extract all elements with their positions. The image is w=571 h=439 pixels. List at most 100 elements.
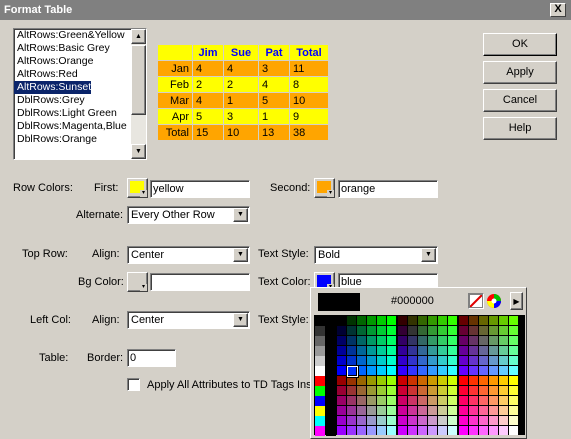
color-swatch[interactable] bbox=[509, 356, 518, 365]
color-swatch[interactable] bbox=[479, 386, 488, 395]
color-swatch[interactable] bbox=[347, 416, 356, 425]
color-swatch[interactable] bbox=[408, 386, 417, 395]
color-swatch[interactable] bbox=[479, 366, 488, 375]
color-swatch[interactable] bbox=[448, 346, 457, 355]
color-swatch[interactable] bbox=[418, 346, 427, 355]
color-swatch[interactable] bbox=[347, 326, 356, 335]
color-swatch[interactable] bbox=[408, 316, 417, 325]
color-swatch[interactable] bbox=[418, 366, 427, 375]
color-swatch[interactable] bbox=[387, 336, 396, 345]
color-swatch[interactable] bbox=[448, 336, 457, 345]
color-swatch[interactable] bbox=[459, 386, 468, 395]
color-swatch[interactable] bbox=[367, 326, 376, 335]
color-swatch[interactable] bbox=[438, 396, 447, 405]
color-swatch[interactable] bbox=[377, 396, 386, 405]
color-swatch[interactable] bbox=[479, 336, 488, 345]
color-swatch[interactable] bbox=[418, 396, 427, 405]
color-swatch[interactable] bbox=[479, 356, 488, 365]
color-swatch[interactable] bbox=[509, 366, 518, 375]
color-swatch[interactable] bbox=[469, 346, 478, 355]
color-swatch[interactable] bbox=[469, 366, 478, 375]
color-swatch[interactable] bbox=[398, 396, 407, 405]
color-swatch[interactable] bbox=[459, 416, 468, 425]
color-swatch[interactable] bbox=[337, 356, 346, 365]
color-swatch[interactable] bbox=[337, 316, 346, 325]
color-swatch[interactable] bbox=[315, 376, 325, 386]
color-swatch[interactable] bbox=[387, 366, 396, 375]
color-swatch[interactable] bbox=[499, 426, 508, 435]
color-swatch[interactable] bbox=[459, 326, 468, 335]
color-swatch[interactable] bbox=[387, 356, 396, 365]
alternate-select[interactable]: Every Other Row ▼ bbox=[127, 206, 250, 224]
color-swatch[interactable] bbox=[509, 406, 518, 415]
color-swatch[interactable] bbox=[337, 416, 346, 425]
color-swatch[interactable] bbox=[357, 336, 366, 345]
color-swatch[interactable] bbox=[479, 346, 488, 355]
color-swatch[interactable] bbox=[418, 336, 427, 345]
color-swatch[interactable] bbox=[367, 376, 376, 385]
color-swatch[interactable] bbox=[509, 316, 518, 325]
color-swatch[interactable] bbox=[337, 366, 346, 375]
color-swatch[interactable] bbox=[469, 406, 478, 415]
color-swatch[interactable] bbox=[408, 336, 417, 345]
color-swatch[interactable] bbox=[489, 416, 498, 425]
color-swatch[interactable] bbox=[337, 386, 346, 395]
color-swatch[interactable] bbox=[387, 326, 396, 335]
color-swatch[interactable] bbox=[459, 376, 468, 385]
color-swatch[interactable] bbox=[438, 406, 447, 415]
color-swatch[interactable] bbox=[398, 316, 407, 325]
color-swatch[interactable] bbox=[357, 356, 366, 365]
color-swatch[interactable] bbox=[367, 346, 376, 355]
color-swatch[interactable] bbox=[347, 386, 356, 395]
color-swatch[interactable] bbox=[347, 346, 356, 355]
apply-all-checkbox[interactable] bbox=[127, 378, 140, 391]
color-swatch[interactable] bbox=[326, 406, 336, 416]
color-swatch[interactable] bbox=[337, 336, 346, 345]
color-swatch[interactable] bbox=[438, 326, 447, 335]
color-swatch[interactable] bbox=[428, 366, 437, 375]
color-swatch[interactable] bbox=[479, 416, 488, 425]
color-swatch[interactable] bbox=[398, 346, 407, 355]
color-swatch[interactable] bbox=[398, 376, 407, 385]
color-swatch[interactable] bbox=[509, 396, 518, 405]
color-swatch[interactable] bbox=[499, 386, 508, 395]
help-button[interactable]: Help bbox=[483, 117, 557, 140]
color-swatch[interactable] bbox=[469, 416, 478, 425]
color-swatch[interactable] bbox=[509, 336, 518, 345]
preset-list[interactable]: AltRows:Green&Yellow AltRows:Basic Grey Al… bbox=[13, 28, 147, 160]
color-swatch[interactable] bbox=[499, 406, 508, 415]
color-swatch[interactable] bbox=[315, 386, 325, 396]
color-swatch[interactable] bbox=[357, 326, 366, 335]
color-swatch[interactable] bbox=[438, 416, 447, 425]
color-swatch[interactable] bbox=[448, 366, 457, 375]
preset-list-item[interactable]: AltRows:Sunset bbox=[14, 81, 92, 94]
color-swatch[interactable] bbox=[509, 346, 518, 355]
color-swatch[interactable] bbox=[499, 326, 508, 335]
color-swatch[interactable] bbox=[428, 406, 437, 415]
color-swatch[interactable] bbox=[438, 386, 447, 395]
preset-list-item[interactable]: AltRows:Basic Grey bbox=[14, 42, 146, 55]
color-swatch[interactable] bbox=[448, 326, 457, 335]
color-swatch[interactable] bbox=[315, 346, 325, 356]
color-swatch[interactable] bbox=[459, 336, 468, 345]
color-swatch[interactable] bbox=[377, 366, 386, 375]
color-swatch[interactable] bbox=[448, 356, 457, 365]
color-swatch[interactable] bbox=[418, 386, 427, 395]
color-swatch[interactable] bbox=[326, 356, 336, 366]
color-swatch[interactable] bbox=[357, 396, 366, 405]
color-swatch[interactable] bbox=[367, 416, 376, 425]
color-swatch[interactable] bbox=[448, 406, 457, 415]
color-swatch[interactable] bbox=[357, 316, 366, 325]
color-swatch[interactable] bbox=[337, 406, 346, 415]
preset-scrollbar[interactable]: ▲ ▼ bbox=[131, 29, 146, 159]
color-swatch[interactable] bbox=[357, 346, 366, 355]
color-swatch[interactable] bbox=[418, 406, 427, 415]
color-swatch[interactable] bbox=[367, 316, 376, 325]
left-col-align-select[interactable]: Center ▼ bbox=[127, 311, 250, 329]
border-field[interactable]: 0 bbox=[127, 349, 176, 367]
color-swatch[interactable] bbox=[428, 386, 437, 395]
color-swatch[interactable] bbox=[428, 326, 437, 335]
color-swatch[interactable] bbox=[459, 396, 468, 405]
color-swatch[interactable] bbox=[499, 346, 508, 355]
color-swatch[interactable] bbox=[499, 416, 508, 425]
